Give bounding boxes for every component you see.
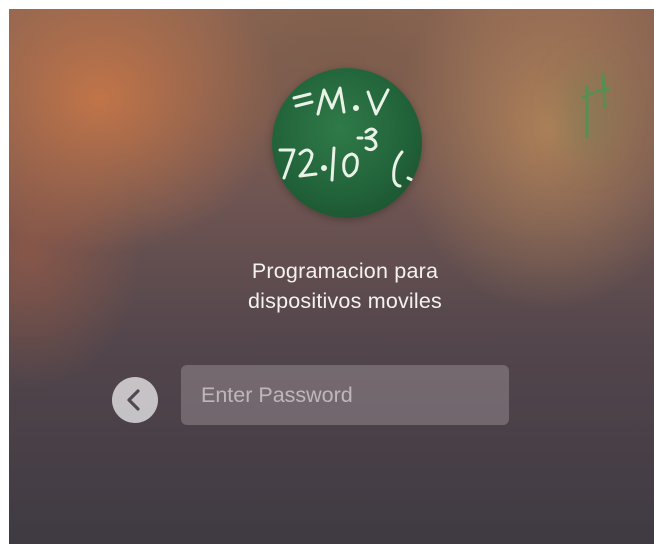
user-name-line-2: dispositivos moviles xyxy=(248,289,442,313)
password-field-container xyxy=(181,365,509,425)
back-button[interactable] xyxy=(112,377,158,423)
chevron-left-icon xyxy=(127,389,140,411)
user-name-line-1: Programacion para xyxy=(251,259,439,283)
user-name: Programacion para dispositivos moviles xyxy=(159,256,531,316)
chalkboard-equation-avatar-icon xyxy=(278,86,414,188)
password-input[interactable] xyxy=(181,365,509,425)
background-green-scribble-icon xyxy=(581,73,611,139)
user-avatar xyxy=(272,68,422,218)
login-screen: Programacion para dispositivos moviles xyxy=(9,9,654,544)
